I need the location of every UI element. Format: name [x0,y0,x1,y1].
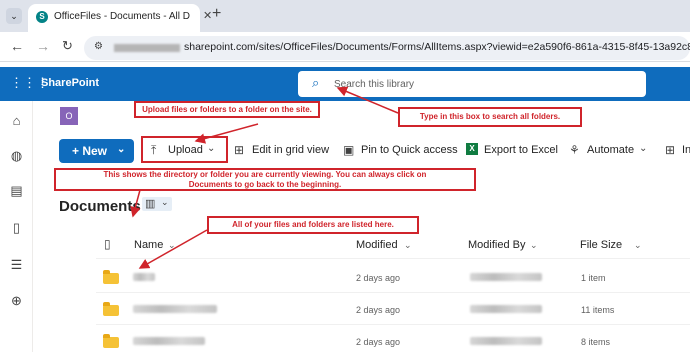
search-arrow [336,86,399,114]
directory-callout: This shows the directory or folder you a… [54,168,476,191]
files-arrow [138,229,208,269]
directory-arrow [130,189,141,218]
upload-callout: Upload files or folders to a folder on t… [134,101,320,118]
search-callout: Type in this box to search all folders. [398,107,582,127]
files-callout: All of your files and folders are listed… [207,216,419,234]
upload-arrow [194,123,259,144]
